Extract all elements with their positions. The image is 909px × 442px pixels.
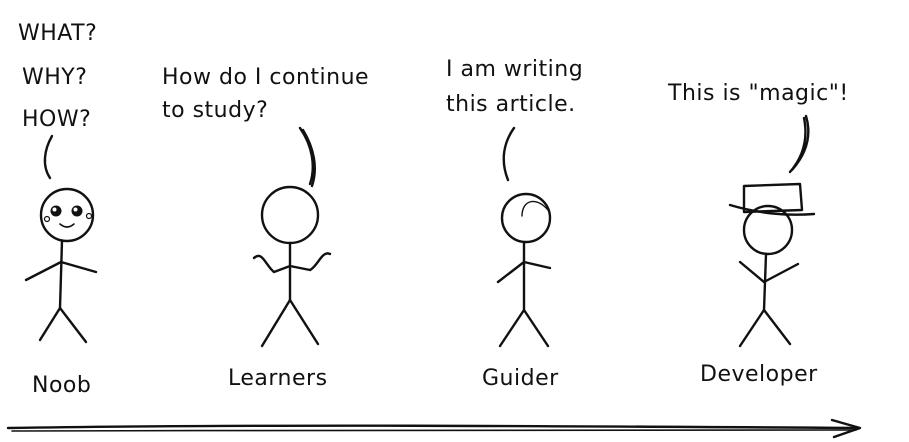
learners-head	[260, 185, 320, 245]
learners-speech-line-1: How do I continue	[162, 65, 369, 90]
noob-speech-tail	[43, 134, 54, 180]
noob-figure	[24, 187, 98, 344]
learners-speech-line-2: to study?	[162, 98, 268, 123]
noob-legs	[38, 306, 88, 344]
noob-smile	[59, 223, 75, 228]
guider-speech: I am writing this article.	[446, 57, 583, 117]
progress-arrow	[6, 418, 862, 439]
guider-legs	[498, 308, 550, 348]
arrow-shaft	[6, 424, 860, 430]
developer-figure	[728, 182, 816, 348]
diagram-canvas: WHAT? WHY? HOW? How do I continue to stu…	[6, 21, 862, 439]
guider-speech-tail	[502, 126, 516, 182]
learners-speech: How do I continue to study?	[162, 65, 369, 123]
noob-head	[39, 187, 95, 243]
label-noob: Noob	[32, 373, 91, 398]
learners-figure	[252, 185, 332, 348]
noob-body	[58, 239, 64, 310]
arrow-shaft-sketch	[11, 429, 857, 432]
developer-speech: This is "magic"!	[667, 81, 849, 106]
developer-speech-line-1: This is "magic"!	[667, 81, 849, 106]
noob-eyes	[50, 205, 83, 217]
noob-speech-line-2: WHY?	[22, 65, 87, 90]
developer-speech-tail	[788, 114, 810, 174]
noob-cheeks	[43, 212, 93, 223]
label-guider: Guider	[482, 366, 559, 391]
label-developer: Developer	[700, 362, 818, 387]
noob-speech: WHAT? WHY? HOW?	[18, 21, 97, 132]
learners-legs	[260, 298, 320, 348]
noob-speech-line-1: WHAT?	[18, 21, 97, 46]
guider-speech-line-2: this article.	[446, 92, 576, 117]
noob-speech-line-3: HOW?	[22, 107, 91, 132]
learners-speech-tail	[298, 126, 316, 188]
guider-speech-line-1: I am writing	[446, 57, 583, 82]
learners-arms	[252, 252, 332, 274]
label-learners: Learners	[228, 366, 328, 391]
developer-arms	[738, 260, 800, 284]
top-hat-crown	[742, 182, 804, 214]
guider-figure	[496, 192, 552, 348]
top-hat-icon	[728, 182, 816, 216]
guider-head	[500, 192, 552, 244]
developer-legs	[738, 308, 792, 348]
